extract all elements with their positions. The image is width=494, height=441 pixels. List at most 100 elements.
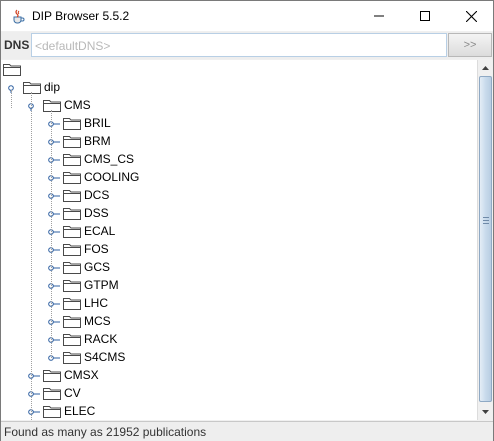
dns-input[interactable]: <defaultDNS> bbox=[31, 33, 447, 57]
tree-node-dip[interactable]: dip bbox=[1, 78, 477, 96]
tree-node-label: GTPM bbox=[84, 278, 119, 292]
chevron-down-icon bbox=[482, 410, 489, 414]
status-text: Found as many as 21952 publications bbox=[4, 425, 207, 439]
dns-label: DNS bbox=[4, 38, 30, 52]
collapsed-handle-icon[interactable] bbox=[48, 280, 60, 290]
app-window: DIP Browser 5.5.2 DNS <defaultDNS> >> di… bbox=[0, 0, 494, 441]
tree-node-label: dip bbox=[44, 80, 61, 94]
tree-node-label: CMSX bbox=[64, 368, 99, 382]
minimize-icon bbox=[374, 15, 384, 17]
folder-icon bbox=[63, 260, 81, 274]
scroll-thumb[interactable] bbox=[479, 76, 492, 402]
status-bar: Found as many as 21952 publications bbox=[1, 421, 493, 441]
tree-node-lhc[interactable]: LHC bbox=[1, 294, 477, 312]
folder-icon bbox=[63, 224, 81, 238]
tree-node-label: BRM bbox=[84, 134, 111, 148]
collapsed-handle-icon[interactable] bbox=[48, 154, 60, 164]
tree-node-s4cms[interactable]: S4CMS bbox=[1, 348, 477, 366]
collapsed-handle-icon[interactable] bbox=[48, 352, 60, 362]
tree-node-cv[interactable]: CV bbox=[1, 384, 477, 402]
window-title: DIP Browser 5.5.2 bbox=[32, 9, 130, 23]
collapsed-handle-icon[interactable] bbox=[48, 244, 60, 254]
tree-guide-line bbox=[51, 110, 52, 358]
folder-icon bbox=[63, 170, 81, 184]
scroll-up-button[interactable] bbox=[478, 60, 493, 76]
tree-node-cms_cs[interactable]: CMS_CS bbox=[1, 150, 477, 168]
tree-node-elec[interactable]: ELEC bbox=[1, 402, 477, 420]
folder-icon bbox=[63, 134, 81, 148]
tree-node-label: GCS bbox=[84, 260, 111, 274]
tree-node-dss[interactable]: DSS bbox=[1, 204, 477, 222]
tree-node-fos[interactable]: FOS bbox=[1, 240, 477, 258]
tree-node-label: ECAL bbox=[84, 224, 116, 238]
folder-icon bbox=[63, 206, 81, 220]
vertical-scrollbar[interactable] bbox=[477, 60, 493, 420]
tree-node-brm[interactable]: BRM bbox=[1, 132, 477, 150]
folder-icon bbox=[23, 80, 41, 94]
tree-root-node[interactable] bbox=[1, 60, 477, 78]
folder-icon bbox=[63, 296, 81, 310]
collapsed-handle-icon[interactable] bbox=[28, 406, 40, 416]
maximize-button[interactable] bbox=[402, 1, 448, 31]
dns-go-button[interactable]: >> bbox=[448, 33, 492, 57]
folder-icon bbox=[63, 188, 81, 202]
publication-tree[interactable]: dip CMS BRIL BRM CMS_CS COOLING DCS DSS ECAL FOS G… bbox=[1, 60, 477, 420]
tree-node-cms[interactable]: CMS bbox=[1, 96, 477, 114]
tree-node-label: CMS bbox=[64, 98, 91, 112]
scroll-down-button[interactable] bbox=[478, 404, 493, 420]
folder-icon bbox=[63, 116, 81, 130]
close-button[interactable] bbox=[448, 1, 494, 31]
collapsed-handle-icon[interactable] bbox=[48, 316, 60, 326]
java-coffee-icon bbox=[13, 9, 25, 24]
folder-icon bbox=[3, 62, 21, 76]
folder-icon bbox=[43, 368, 61, 382]
tree-node-label: DCS bbox=[84, 188, 110, 202]
tree-node-gcs[interactable]: GCS bbox=[1, 258, 477, 276]
dns-toolbar: DNS <defaultDNS> >> bbox=[1, 32, 493, 59]
collapsed-handle-icon[interactable] bbox=[48, 172, 60, 182]
folder-icon bbox=[63, 350, 81, 364]
collapsed-handle-icon[interactable] bbox=[28, 388, 40, 398]
expanded-handle-icon[interactable] bbox=[8, 82, 20, 93]
collapsed-handle-icon[interactable] bbox=[28, 370, 40, 380]
collapsed-handle-icon[interactable] bbox=[48, 118, 60, 128]
tree-node-label: FOS bbox=[84, 242, 109, 256]
maximize-icon bbox=[420, 11, 430, 21]
tree-node-mcs[interactable]: MCS bbox=[1, 312, 477, 330]
tree-node-dcs[interactable]: DCS bbox=[1, 186, 477, 204]
tree-guide-line bbox=[31, 92, 32, 420]
expanded-handle-icon[interactable] bbox=[28, 100, 40, 111]
tree-node-label: DSS bbox=[84, 206, 109, 220]
collapsed-handle-icon[interactable] bbox=[48, 136, 60, 146]
tree-node-ecal[interactable]: ECAL bbox=[1, 222, 477, 240]
tree-node-label: CMS_CS bbox=[84, 152, 135, 166]
minimize-button[interactable] bbox=[356, 1, 402, 31]
tree-node-cooling[interactable]: COOLING bbox=[1, 168, 477, 186]
tree-node-label: CV bbox=[64, 386, 81, 400]
close-icon bbox=[465, 10, 477, 22]
folder-icon bbox=[63, 278, 81, 292]
collapsed-handle-icon[interactable] bbox=[48, 298, 60, 308]
tree-node-label: ELEC bbox=[64, 404, 96, 418]
folder-icon bbox=[63, 314, 81, 328]
folder-icon bbox=[43, 404, 61, 418]
collapsed-handle-icon[interactable] bbox=[48, 334, 60, 344]
collapsed-handle-icon[interactable] bbox=[48, 208, 60, 218]
folder-icon bbox=[63, 242, 81, 256]
folder-icon bbox=[63, 332, 81, 346]
tree-node-label: COOLING bbox=[84, 170, 140, 184]
collapsed-handle-icon[interactable] bbox=[48, 190, 60, 200]
tree-node-label: S4CMS bbox=[84, 350, 126, 364]
tree-node-gtpm[interactable]: GTPM bbox=[1, 276, 477, 294]
tree-node-label: RACK bbox=[84, 332, 118, 346]
tree-node-bril[interactable]: BRIL bbox=[1, 114, 477, 132]
collapsed-handle-icon[interactable] bbox=[48, 262, 60, 272]
folder-icon bbox=[43, 386, 61, 400]
folder-icon bbox=[43, 98, 61, 112]
collapsed-handle-icon[interactable] bbox=[48, 226, 60, 236]
tree-guide-line bbox=[11, 90, 12, 108]
tree-node-rack[interactable]: RACK bbox=[1, 330, 477, 348]
tree-node-cmsx[interactable]: CMSX bbox=[1, 366, 477, 384]
tree-node-label: LHC bbox=[84, 296, 109, 310]
tree-node-label: MCS bbox=[84, 314, 111, 328]
